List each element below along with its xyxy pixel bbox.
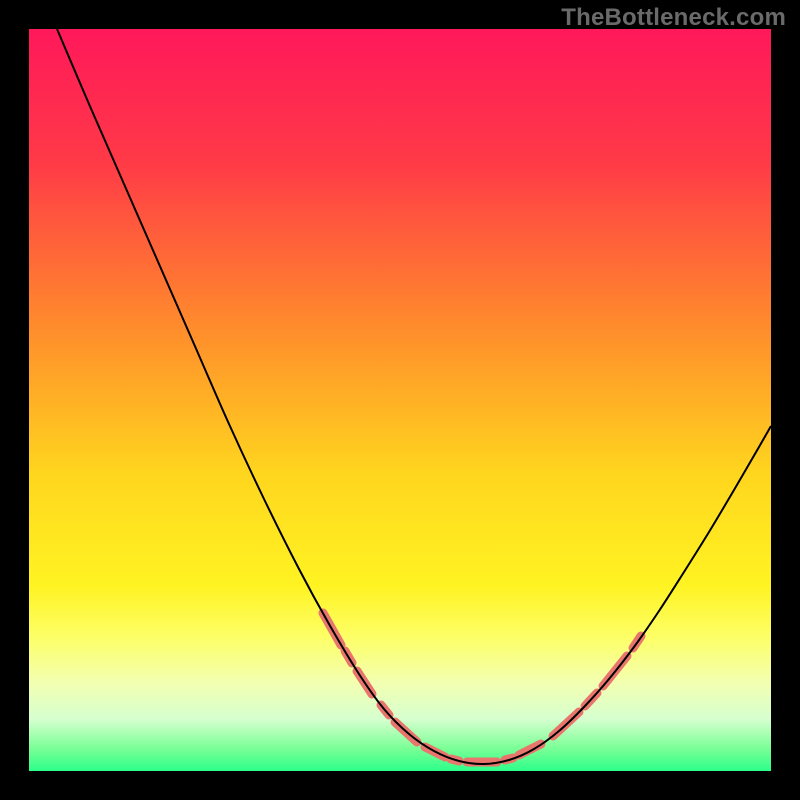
watermark-text: TheBottleneck.com bbox=[561, 4, 786, 32]
chart-container: TheBottleneck.com bbox=[0, 0, 800, 800]
chart-svg bbox=[29, 29, 771, 771]
plot-area bbox=[29, 29, 771, 771]
gradient-background bbox=[29, 29, 771, 771]
